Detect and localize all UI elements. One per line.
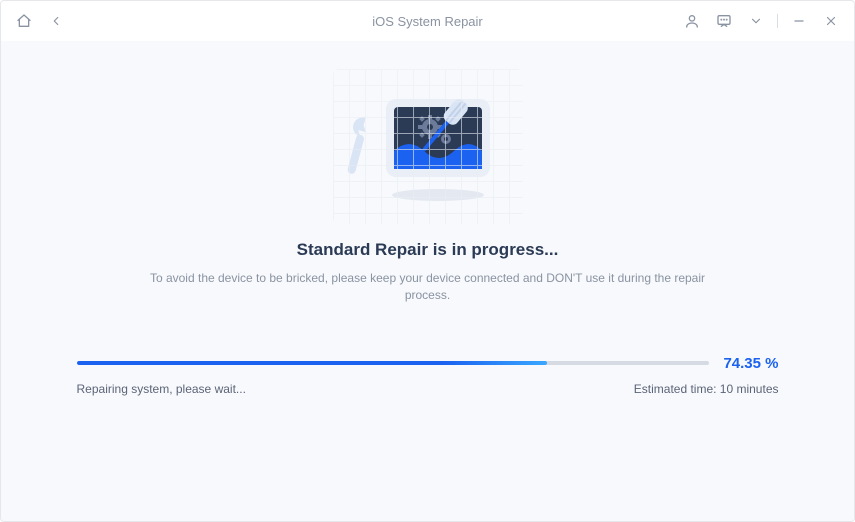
- progress-estimate: Estimated time: 10 minutes: [634, 382, 779, 396]
- back-icon[interactable]: [45, 10, 67, 32]
- titlebar-right-group: [681, 10, 842, 32]
- progress-area: 74.35 % Repairing system, please wait...…: [77, 355, 779, 396]
- progress-bar: [77, 361, 710, 365]
- window-title: iOS System Repair: [372, 14, 483, 29]
- progress-heading: Standard Repair is in progress...: [297, 240, 559, 260]
- progress-subtext: To avoid the device to be bricked, pleas…: [148, 270, 708, 305]
- user-icon[interactable]: [681, 10, 703, 32]
- progress-meta: Repairing system, please wait... Estimat…: [77, 382, 779, 396]
- progress-status: Repairing system, please wait...: [77, 382, 246, 396]
- titlebar: iOS System Repair: [1, 1, 854, 41]
- minimize-icon[interactable]: [788, 10, 810, 32]
- separator: [777, 14, 778, 28]
- close-icon[interactable]: [820, 10, 842, 32]
- app-window: iOS System Repair: [0, 0, 855, 522]
- grid-background: [333, 69, 523, 224]
- home-icon[interactable]: [13, 10, 35, 32]
- progress-percent: 74.35 %: [723, 355, 778, 372]
- feedback-icon[interactable]: [713, 10, 735, 32]
- repair-illustration: [333, 69, 523, 224]
- content-area: Standard Repair is in progress... To avo…: [1, 41, 854, 521]
- progress-row: 74.35 %: [77, 355, 779, 372]
- chevron-down-icon[interactable]: [745, 10, 767, 32]
- titlebar-left-group: [13, 10, 67, 32]
- progress-fill: [77, 361, 548, 365]
